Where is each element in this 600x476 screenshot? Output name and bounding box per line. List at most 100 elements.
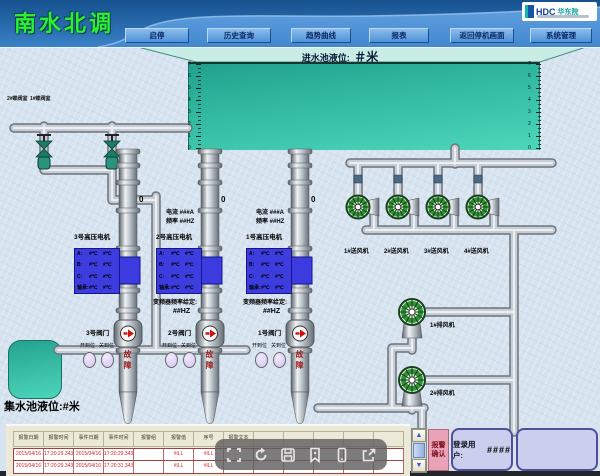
pump3-temp-box[interactable]: A:#℃#℃B:#℃#℃C:#℃#℃轴承:#℃#℃ — [74, 248, 120, 294]
valve2-close-light — [183, 352, 196, 368]
intake-valve-2[interactable] — [36, 135, 52, 169]
supply-fan-1[interactable] — [347, 196, 380, 219]
pump1-freq: 频率 ##HZ — [256, 219, 284, 225]
valve3-open-light — [83, 352, 96, 368]
ruler-minor-tick — [198, 116, 201, 117]
temp-row-label: B: — [77, 262, 89, 268]
ruler-tick — [196, 88, 201, 89]
temp-row-label: A: — [159, 251, 171, 257]
ruler-minor-tick — [538, 140, 541, 141]
ruler-minor-tick — [538, 72, 541, 73]
save-icon[interactable] — [280, 447, 296, 463]
supply-fan-4[interactable] — [467, 196, 500, 219]
ruler-minor-tick — [198, 128, 201, 129]
login-value: #### — [487, 445, 511, 455]
nav-start-stop[interactable]: 启停 — [125, 28, 189, 43]
scroll-thumb[interactable] — [413, 443, 425, 458]
valve2-fault-label: 故障 — [203, 349, 216, 371]
ruler-label: 4 — [528, 98, 531, 103]
ruler-label: 7 — [188, 62, 191, 67]
nav-history-query[interactable]: 历史查询 — [207, 28, 271, 43]
crop-frame-icon[interactable] — [226, 447, 242, 463]
alarm-header-cell: 报警组 — [134, 432, 164, 446]
share-icon[interactable] — [361, 447, 377, 463]
temp-row-label: C: — [77, 274, 89, 280]
valve2-label: 2号阀门 — [168, 327, 191, 337]
temp-row-label: 轴承: — [77, 285, 89, 291]
alarm-scrollbar[interactable]: ▲ ▼ — [411, 428, 427, 473]
exhaust-fan-2[interactable] — [399, 367, 425, 406]
ruler-minor-tick — [538, 144, 541, 145]
supply-fan-2[interactable] — [387, 196, 420, 219]
tank-ruler-right: 76543210 — [525, 62, 542, 150]
ruler-minor-tick — [198, 120, 201, 121]
valve2-open-label: 开到位 — [162, 342, 177, 349]
valve3-label: 3号阀门 — [86, 327, 109, 337]
supply-fan-3[interactable] — [427, 196, 460, 219]
ruler-minor-tick — [198, 104, 201, 105]
nav-system-manage[interactable]: 系统管理 — [530, 28, 592, 43]
alarm-cell: 17:20:31.343 — [104, 461, 134, 473]
ruler-minor-tick — [538, 104, 541, 105]
ruler-label: 6 — [528, 74, 531, 79]
pump1-vfd-label: 变频器频率给定: — [243, 297, 287, 306]
temp-value: #℃ — [171, 251, 185, 257]
scroll-down-button[interactable]: ▼ — [412, 459, 426, 472]
valve3-close-label: 关到位 — [99, 342, 114, 349]
rotate-icon[interactable] — [253, 447, 269, 463]
temp-value: #℃ — [185, 262, 199, 268]
pump1-vfd-value: ##HZ — [263, 308, 280, 315]
ruler-minor-tick — [198, 96, 201, 97]
temp-row: A:#℃#℃ — [249, 251, 289, 257]
pump2-freq: 频率 ##HZ — [166, 219, 194, 225]
ruler-label: 6 — [188, 74, 191, 79]
ruler-minor-tick — [198, 80, 201, 81]
ruler-tick — [536, 148, 541, 149]
pump2-temp-box[interactable]: A:#℃#℃B:#℃#℃C:#℃#℃轴承:#℃#℃ — [156, 248, 202, 294]
temp-value: #℃ — [89, 262, 103, 268]
temp-row-label: C: — [159, 274, 171, 280]
pump1-current-freq: 电流 ###A频率 ##HZ — [256, 209, 284, 227]
header-banner: 南水北调 启停 历史查询 趋势曲线 报表 返回停机画面 系统管理 HDC 华东院 — [0, 0, 600, 48]
ruler-minor-tick — [538, 84, 541, 85]
ruler-tick — [536, 124, 541, 125]
pump2-current: 电流 ###A — [166, 210, 194, 216]
ruler-tick — [536, 136, 541, 137]
ruler-label: 5 — [188, 86, 191, 91]
exhaust-fan-1[interactable] — [399, 299, 425, 338]
ruler-tick — [536, 100, 541, 101]
temp-row: C:#℃#℃ — [249, 274, 289, 280]
pump1-temp-box[interactable]: A:#℃#℃B:#℃#℃C:#℃#℃轴承:#℃#℃ — [246, 248, 292, 294]
bookmark-icon[interactable] — [307, 447, 323, 463]
nav-report[interactable]: 报表 — [369, 28, 429, 43]
nav-trend-curve[interactable]: 趋势曲线 — [291, 28, 351, 43]
temp-value: #℃ — [89, 285, 103, 291]
company-logo: HDC 华东院 — [522, 2, 597, 21]
ruler-label: 7 — [528, 62, 531, 67]
ruler-minor-tick — [198, 108, 201, 109]
temp-value: #℃ — [261, 274, 275, 280]
valve3-close-light — [101, 352, 114, 368]
alarm-header-cell: 报警值 — [164, 432, 194, 446]
temp-value: #℃ — [103, 251, 117, 257]
pump2-vfd-label: 变频器频率给定: — [153, 297, 197, 306]
temp-row-label: C: — [249, 274, 261, 280]
ruler-label: 0 — [188, 146, 191, 151]
intake-valve-2-label: 2#蝶阀室 — [7, 95, 28, 102]
temp-value: #℃ — [275, 274, 289, 280]
temp-row: C:#℃#℃ — [77, 274, 117, 280]
temp-value: #℃ — [89, 274, 103, 280]
valve2-open-light — [165, 352, 178, 368]
device-icon[interactable] — [334, 447, 350, 463]
ruler-tick — [536, 64, 541, 65]
valve3-open-label: 开到位 — [80, 342, 95, 349]
temp-value: #℃ — [171, 285, 185, 291]
alarm-ack-button[interactable]: 报警确认 — [428, 429, 449, 471]
scroll-up-button[interactable]: ▲ — [412, 429, 426, 442]
temp-row-label: 轴承: — [249, 285, 261, 291]
ruler-minor-tick — [538, 108, 541, 109]
ruler-minor-tick — [538, 92, 541, 93]
nav-return-shutdown[interactable]: 返回停机画面 — [450, 28, 514, 43]
temp-value: #℃ — [103, 274, 117, 280]
ruler-tick — [196, 76, 201, 77]
